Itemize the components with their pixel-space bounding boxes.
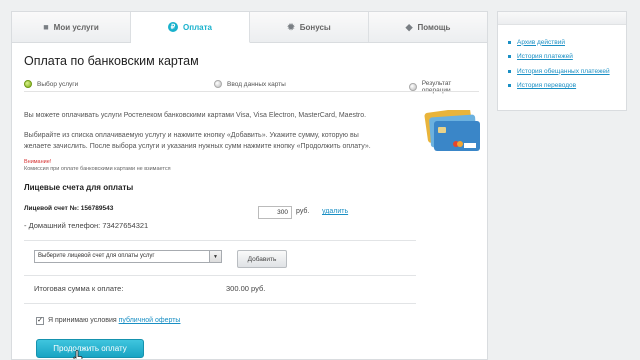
warning-label: Внимание! bbox=[24, 159, 52, 165]
bullet-icon bbox=[508, 84, 511, 88]
tab-label: Помощь bbox=[417, 22, 451, 32]
sidebar-item-transfers[interactable]: История переводов bbox=[508, 79, 626, 94]
step-choose-service: Выбор услуги bbox=[24, 80, 78, 88]
service-phone: - Домашний телефон: 73427654321 bbox=[24, 221, 149, 230]
gear-icon: ✹ bbox=[287, 21, 295, 32]
payment-icon: ₽ bbox=[168, 22, 179, 32]
tab-label: Мои услуги bbox=[53, 22, 99, 32]
account-number: Лицевой счет №: 156789543 bbox=[24, 205, 114, 212]
total-value: 300.00 руб. bbox=[226, 284, 266, 293]
add-button[interactable]: Добавить bbox=[237, 250, 287, 268]
continue-payment-button[interactable]: Продолжить оплату bbox=[36, 339, 144, 358]
bullet-icon bbox=[508, 55, 511, 59]
offer-link[interactable]: публичной оферты bbox=[119, 317, 181, 324]
sidebar-item-payment-history[interactable]: История платежей bbox=[508, 50, 626, 65]
bank-cards-image bbox=[424, 110, 480, 151]
hand-cursor-icon bbox=[73, 350, 83, 359]
sidebar-header bbox=[498, 12, 626, 25]
step-inactive-icon bbox=[214, 80, 222, 88]
accounts-section-title: Лицевые счета для оплаты bbox=[24, 183, 134, 192]
sidebar-item-actions-archive[interactable]: Архив действий bbox=[508, 35, 626, 50]
tab-label: Оплата bbox=[183, 22, 212, 32]
tab-payment[interactable]: ₽ Оплата bbox=[131, 12, 250, 43]
home-icon: ■ bbox=[43, 22, 49, 32]
progress-steps: Выбор услуги Ввод данных карты Результат… bbox=[24, 80, 479, 94]
accept-checkbox[interactable]: ✓ bbox=[36, 317, 44, 325]
info-text: Вы можете оплачивать услуги Ростелеком б… bbox=[24, 112, 367, 119]
bullet-icon bbox=[508, 40, 511, 44]
account-select[interactable]: Выберите лицевой счет для оплаты услуг ▼ bbox=[34, 250, 222, 263]
divider bbox=[24, 275, 416, 276]
instruction-text-1: Выбирайте из списка оплачиваемую услугу … bbox=[24, 132, 359, 139]
step-inactive-icon bbox=[409, 83, 417, 91]
tab-label: Бонусы bbox=[299, 22, 331, 32]
accept-text: Я принимаю условия публичной оферты bbox=[48, 317, 181, 324]
tab-my-services[interactable]: ■ Мои услуги bbox=[12, 12, 131, 42]
amount-input[interactable] bbox=[258, 206, 292, 219]
currency-label: руб. bbox=[296, 208, 310, 215]
bullet-icon bbox=[508, 69, 511, 73]
step-card-data: Ввод данных карты bbox=[214, 80, 286, 88]
tab-bonuses[interactable]: ✹ Бонусы bbox=[250, 12, 369, 42]
tab-help[interactable]: ◆ Помощь bbox=[369, 12, 487, 42]
step-active-icon bbox=[24, 80, 32, 88]
commission-note: Комиссия при оплате банковскими картами … bbox=[24, 166, 171, 172]
total-label: Итоговая сумма к оплате: bbox=[34, 284, 124, 293]
main-panel: ■ Мои услуги ₽ Оплата ✹ Бонусы ◆ Помощь Опла… bbox=[11, 11, 488, 360]
divider bbox=[24, 303, 416, 304]
divider bbox=[24, 240, 416, 241]
instruction-text-2: желаете зачислить. После выбора услуги и… bbox=[24, 143, 371, 150]
select-value: Выберите лицевой счет для оплаты услуг bbox=[38, 253, 155, 259]
chevron-down-icon[interactable]: ▼ bbox=[209, 251, 221, 262]
help-icon: ◆ bbox=[405, 21, 413, 32]
delete-link[interactable]: удалить bbox=[322, 208, 348, 215]
sidebar-panel: Архив действий История платежей История … bbox=[497, 11, 627, 111]
tab-bar: ■ Мои услуги ₽ Оплата ✹ Бонусы ◆ Помощь bbox=[12, 12, 487, 43]
sidebar-item-promised-payments[interactable]: История обещанных платежей bbox=[508, 64, 626, 79]
page-title: Оплата по банковским картам bbox=[24, 54, 199, 68]
